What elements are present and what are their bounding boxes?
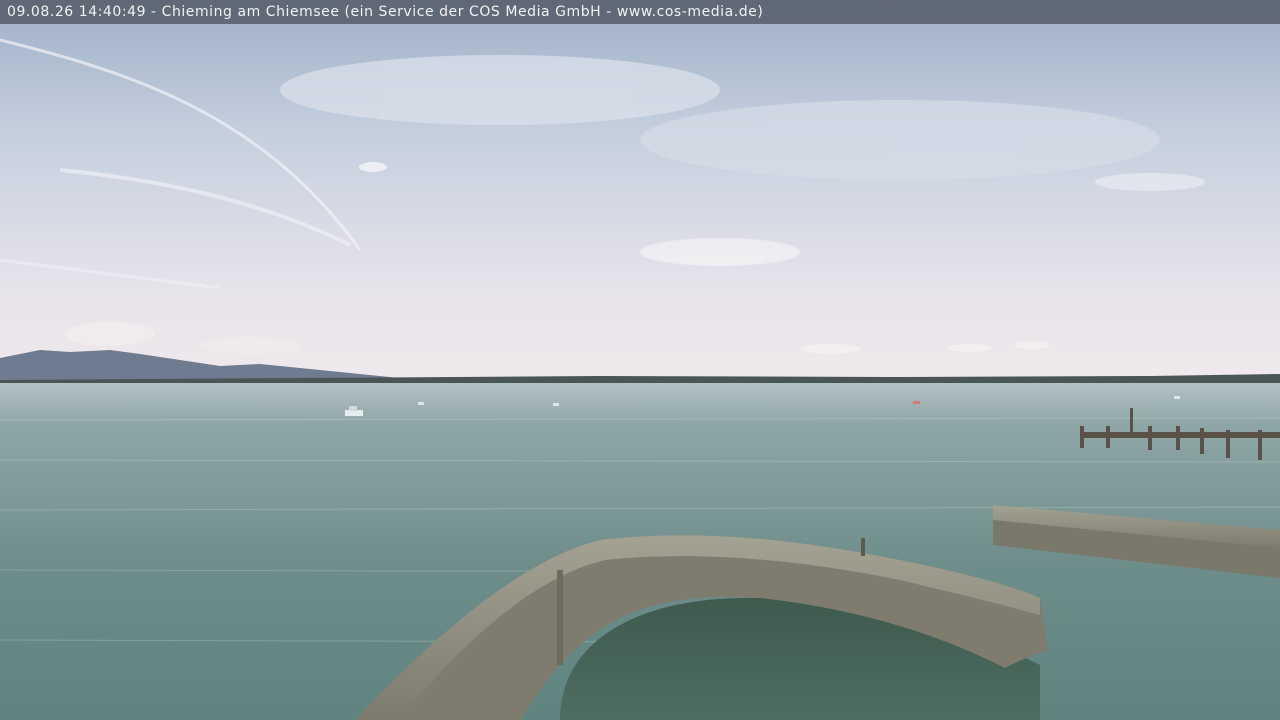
- wall-post: [861, 538, 865, 556]
- timestamp-caption-bar: 09.08.26 14:40:49 - Chieming am Chiemsee…: [0, 0, 1280, 24]
- lake-scene-image: [0, 0, 1280, 720]
- wall-post: [557, 570, 563, 665]
- timestamp-caption: 09.08.26 14:40:49 - Chieming am Chiemsee…: [7, 4, 764, 20]
- webcam-frame: 09.08.26 14:40:49 - Chieming am Chiemsee…: [0, 0, 1280, 720]
